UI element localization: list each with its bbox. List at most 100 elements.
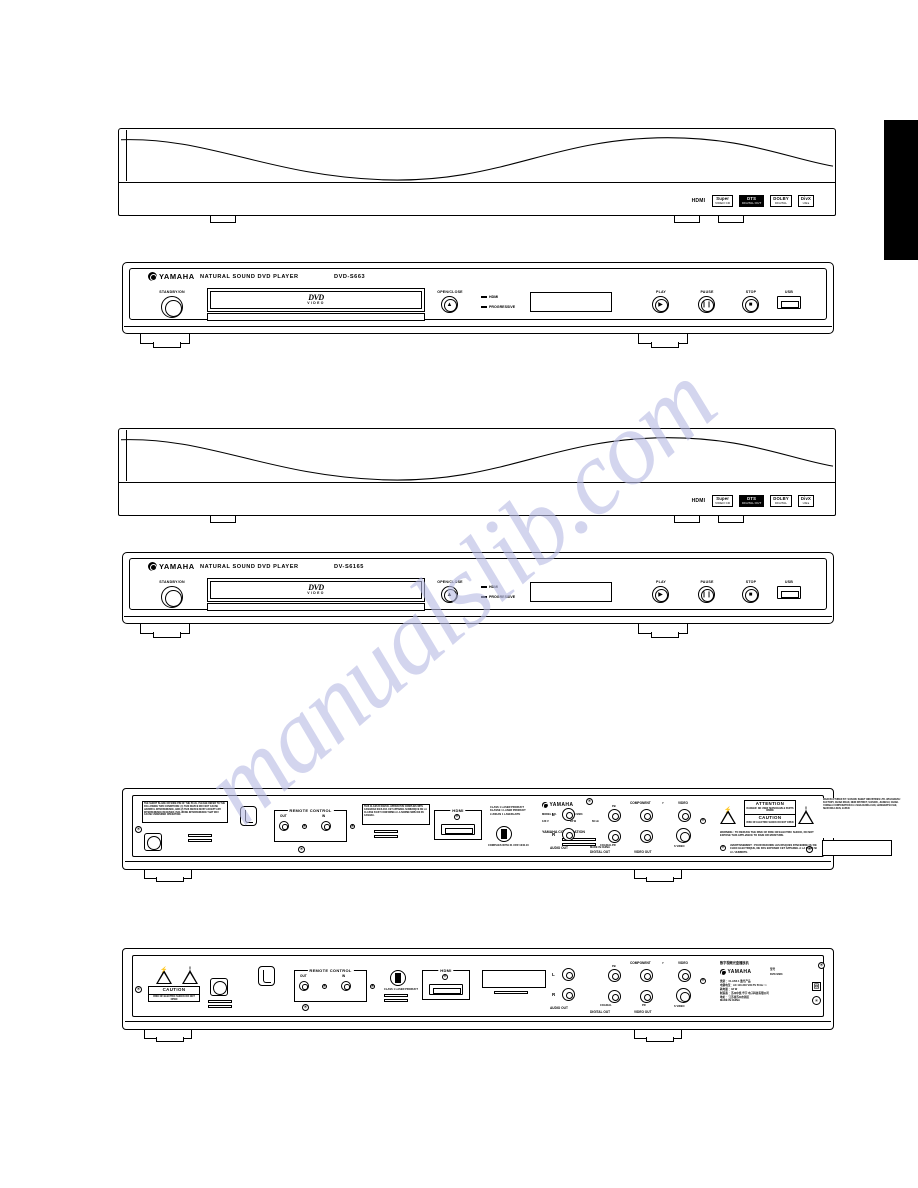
component-y-jack[interactable]	[640, 809, 653, 822]
laser-aperture-icon	[496, 826, 512, 842]
pause-button[interactable]: ❙❙	[698, 586, 715, 603]
s-video-jack[interactable]	[676, 828, 691, 843]
screw-icon	[135, 826, 142, 833]
hdmi-indicator: HDMI	[481, 295, 498, 299]
composite-video-jack[interactable]	[678, 809, 691, 822]
caution-triangle-icon: !	[798, 807, 814, 824]
audio-out-group-label: AUDIO OUT	[550, 846, 568, 850]
play-button[interactable]: ▶	[652, 586, 669, 603]
chinese-product-heading: 数字视频光盘播放机	[720, 961, 749, 965]
composite-video-jack[interactable]	[678, 969, 691, 982]
hdmi-led-icon	[481, 585, 487, 589]
screw-icon	[322, 984, 327, 989]
dolby-digital-logo-icon: DOLBY DIGITAL	[770, 495, 792, 507]
progressive-indicator: PROGRESSIVE	[481, 305, 515, 309]
hdmi-port[interactable]	[429, 984, 463, 995]
top-view-1-foot-left	[210, 216, 236, 223]
yamaha-tuning-fork-icon	[148, 272, 157, 281]
manufacturer-address-label: MANUFACTURED BY: SUZHOU SHEET INDUSTRIES…	[822, 798, 902, 838]
front-panel-1: YAMAHA NATURAL SOUND DVD PLAYER DVD-S663…	[122, 262, 834, 348]
hdmi-indicator: HDMI	[481, 585, 498, 589]
disc-tray[interactable]: DVD VIDEO	[207, 288, 425, 312]
attention-caution-label: ATTENTION DANGER: NO USER SERVICEABLE PA…	[744, 800, 796, 827]
dts-logo-icon: DTS DIGITAL OUT	[739, 495, 765, 507]
hdmi-port[interactable]	[441, 824, 475, 835]
remote-out-jack[interactable]	[299, 981, 309, 991]
cfr-compliance-label: COMPLIES WITH 21 CFR 1040.10	[488, 844, 529, 847]
component-pb-jack[interactable]	[608, 969, 621, 982]
stop-button[interactable]: ■	[742, 296, 759, 313]
audio-out-right-jack[interactable]	[562, 988, 575, 1001]
audio-out-right-jack[interactable]	[562, 828, 575, 841]
blank-plate	[482, 970, 546, 988]
remote-in-jack[interactable]	[321, 821, 331, 831]
channel-left-label: L	[552, 972, 555, 977]
component-pr-jack-2[interactable]	[640, 830, 653, 843]
remote-out-jack[interactable]	[279, 821, 289, 831]
top-view-1-foot-mid	[674, 216, 700, 223]
top-view-2-foot-right	[718, 516, 744, 523]
laser-aperture-icon	[390, 970, 406, 986]
play-icon: ▶	[658, 591, 663, 598]
ventilation-grille-icon	[144, 833, 162, 851]
audio-out-left-jack[interactable]	[562, 968, 575, 981]
component-pb-label: PB	[612, 965, 616, 968]
component-pr-jack[interactable]	[640, 990, 653, 1003]
rear-panel-1-foot-left	[144, 870, 192, 882]
coaxial-label: COAXIAL	[600, 844, 612, 847]
remote-in-label: IN	[342, 974, 346, 978]
yamaha-logo: YAMAHA	[148, 562, 195, 571]
avis-text: AVERTISSEMENT : POUR REDUIRE LES RISQUES…	[730, 844, 817, 854]
screw-icon	[818, 962, 825, 969]
standby-on-button[interactable]	[161, 296, 183, 318]
usb-label: USB	[784, 580, 794, 584]
yamaha-logo: YAMAHA	[148, 272, 195, 281]
channel-right-label: R	[552, 832, 556, 837]
rear-panel-2: ⚡ ! CAUTION RISK OF ELECTRIC SHOCK DO NO…	[122, 948, 834, 1042]
vent-slots	[384, 994, 408, 1002]
caution-triangle-icon: !	[182, 967, 198, 984]
pause-label: PAUSE	[700, 580, 714, 584]
screw-icon	[370, 984, 375, 989]
component-pr-label: PR	[642, 1004, 646, 1007]
component-y-label: Y	[662, 962, 664, 965]
open-close-label: OPEN/CLOSE	[437, 290, 463, 294]
usb-port[interactable]	[777, 296, 801, 309]
warning-triangle-icon: ⚡	[156, 968, 172, 984]
disc-tray-slot	[207, 313, 425, 321]
coaxial-digital-jack[interactable]	[608, 990, 621, 1003]
open-close-button[interactable]: ▲	[441, 296, 458, 313]
screw-icon	[720, 845, 726, 851]
caution-label: CAUTION RISK OF ELECTRIC SHOCK DO NOT OP…	[148, 986, 200, 1002]
video-out-group-label: VIDEO OUT	[634, 850, 652, 854]
standby-on-button[interactable]	[161, 586, 183, 608]
open-close-button[interactable]: ▲	[441, 586, 458, 603]
divx-logo-icon: DivX Ultra	[797, 495, 814, 507]
voltage-rating: 120 V	[542, 820, 549, 823]
hdmi-logo-icon: HDMI	[690, 197, 707, 204]
top-view-2-foot-left	[210, 516, 236, 523]
disc-tray[interactable]: DVD VIDEO	[207, 578, 425, 602]
play-button[interactable]: ▶	[652, 296, 669, 313]
component-pr-jack[interactable]	[608, 830, 621, 843]
pause-button[interactable]: ❙❙	[698, 296, 715, 313]
front-panel-1-baseline	[124, 326, 832, 327]
stop-button[interactable]: ■	[742, 586, 759, 603]
screw-icon	[302, 824, 307, 829]
component-pb-label: PB	[612, 805, 616, 808]
s-video-label: S VIDEO	[674, 1005, 685, 1008]
remote-in-jack[interactable]	[341, 981, 351, 991]
model-cn-label: 型号	[770, 968, 776, 971]
remote-out-label: OUT	[300, 974, 307, 978]
front-panel-2: YAMAHA NATURAL SOUND DVD PLAYER DV-S6165…	[122, 552, 834, 638]
top-view-2: HDMI Super VIDEO CD DTS DIGITAL OUT DOLB…	[118, 428, 836, 523]
display-panel	[530, 582, 612, 602]
usb-port[interactable]	[777, 586, 801, 599]
audio-out-left-jack[interactable]	[562, 808, 575, 821]
s-video-jack[interactable]	[676, 988, 691, 1003]
component-y-jack[interactable]	[640, 969, 653, 982]
remote-out-label: OUT	[280, 814, 287, 818]
digital-out-group-label: DIGITAL OUT	[590, 850, 611, 854]
component-pb-jack[interactable]	[608, 809, 621, 822]
warning-text: WARNING : TO REDUCE THE RISK OF FIRE OR …	[720, 831, 814, 838]
